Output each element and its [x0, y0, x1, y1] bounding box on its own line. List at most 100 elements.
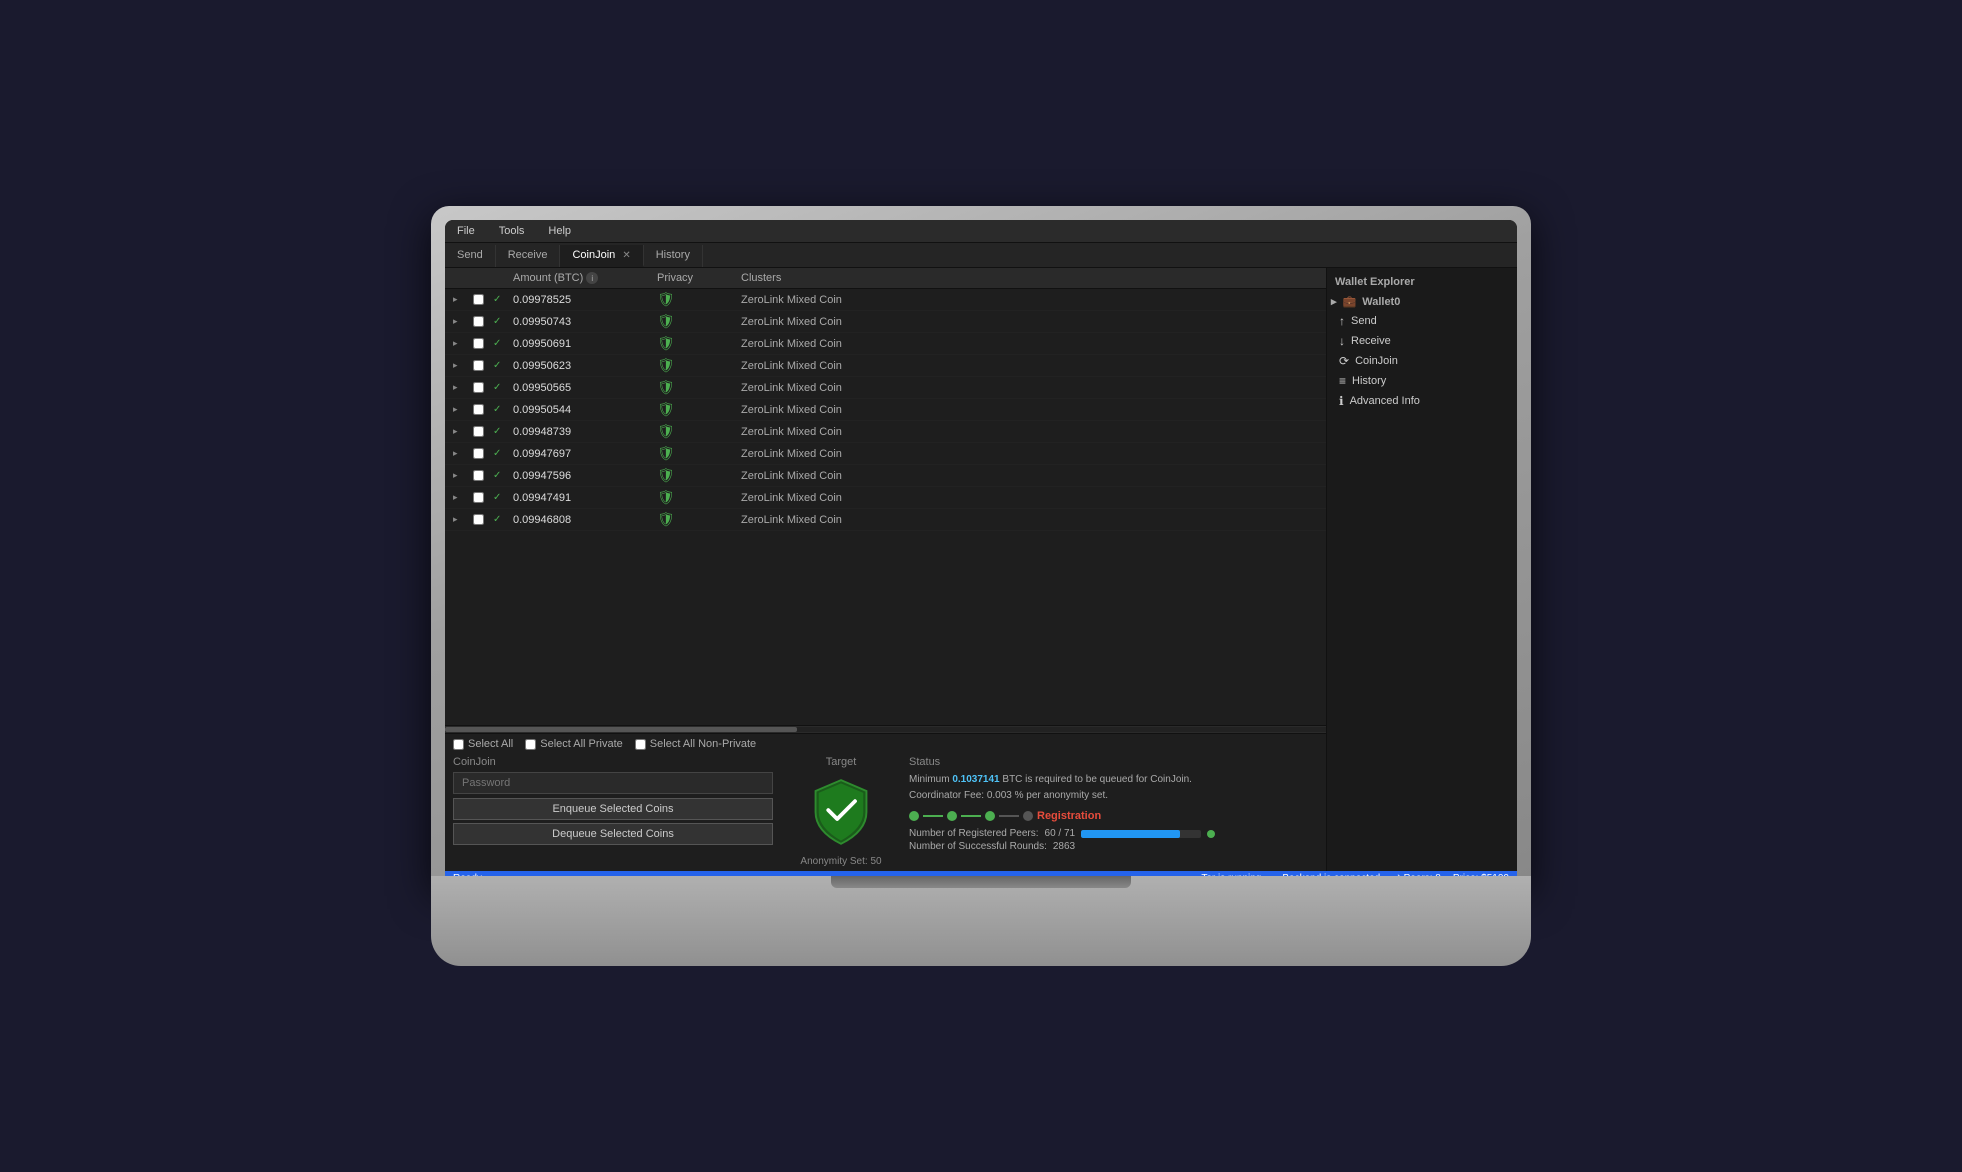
- row-amount-2: 0.09950691: [513, 338, 653, 350]
- table-row[interactable]: ▸ ✓ 0.09947697 🛡 ZeroLink Mixed Coin: [445, 443, 1326, 465]
- row-checkbox-4[interactable]: [473, 382, 484, 393]
- explorer-send[interactable]: ↑ Send: [1327, 311, 1517, 331]
- tab-send[interactable]: Send: [445, 245, 496, 267]
- row-checkbox-7[interactable]: [473, 448, 484, 459]
- row-cluster-2: ZeroLink Mixed Coin: [741, 338, 941, 350]
- row-amount-6: 0.09948739: [513, 426, 653, 438]
- coinjoin-controls: CoinJoin Enqueue Selected Coins Dequeue …: [453, 756, 773, 867]
- explorer-coinjoin[interactable]: ⟳ CoinJoin: [1327, 351, 1517, 371]
- row-checkbox-3[interactable]: [473, 360, 484, 371]
- clusters-col-header: Clusters: [741, 272, 941, 284]
- receive-icon: ↓: [1339, 334, 1345, 348]
- row-expand-3: ▸: [453, 360, 469, 371]
- row-expand-9: ▸: [453, 492, 469, 503]
- row-checkbox-5[interactable]: [473, 404, 484, 415]
- enqueue-button[interactable]: Enqueue Selected Coins: [453, 798, 773, 820]
- phase-text: Registration: [1037, 810, 1101, 822]
- table-row[interactable]: ▸ ✓ 0.09950623 🛡 ZeroLink Mixed Coin: [445, 355, 1326, 377]
- successful-rounds-row: Number of Successful Rounds: 2863: [909, 841, 1318, 852]
- row-checkbox-10[interactable]: [473, 514, 484, 525]
- row-checkbox-0[interactable]: [473, 294, 484, 305]
- row-checkbox-8[interactable]: [473, 470, 484, 481]
- row-cluster-0: ZeroLink Mixed Coin: [741, 294, 941, 306]
- row-amount-0: 0.09978525: [513, 294, 653, 306]
- row-amount-1: 0.09950743: [513, 316, 653, 328]
- tab-coinjoin[interactable]: CoinJoin ✕: [560, 245, 643, 267]
- amount-info-icon[interactable]: i: [586, 272, 598, 284]
- row-privacy-5: 🛡: [657, 401, 737, 418]
- info-icon: ℹ: [1339, 394, 1344, 408]
- min-btc: 0.1037141: [952, 774, 999, 785]
- progress-dot-3: [985, 811, 995, 821]
- select-options-row: Select All Select All Private Select All…: [453, 738, 1318, 750]
- wallet-icon: 💼: [1343, 295, 1357, 308]
- row-check-9: ✓: [493, 492, 509, 503]
- table-row[interactable]: ▸ ✓ 0.09948739 🛡 ZeroLink Mixed Coin: [445, 421, 1326, 443]
- select-private-checkbox[interactable]: Select All Private: [525, 738, 623, 750]
- row-expand-1: ▸: [453, 316, 469, 327]
- dequeue-button[interactable]: Dequeue Selected Coins: [453, 823, 773, 845]
- wallet-item[interactable]: ▸ 💼 Wallet0: [1327, 292, 1517, 311]
- bottom-controls: Select All Select All Private Select All…: [445, 733, 1326, 871]
- row-check-3: ✓: [493, 360, 509, 371]
- progress-dot-2: [947, 811, 957, 821]
- status-section: Status Minimum 0.1037141 BTC is required…: [909, 756, 1318, 867]
- row-expand-0: ▸: [453, 294, 469, 305]
- row-cluster-3: ZeroLink Mixed Coin: [741, 360, 941, 372]
- row-cluster-4: ZeroLink Mixed Coin: [741, 382, 941, 394]
- explorer-advanced-info[interactable]: ℹ Advanced Info: [1327, 391, 1517, 411]
- table-row[interactable]: ▸ ✓ 0.09946808 🛡 ZeroLink Mixed Coin: [445, 509, 1326, 531]
- row-checkbox-1[interactable]: [473, 316, 484, 327]
- send-icon: ↑: [1339, 314, 1345, 328]
- coin-table: ▸ ✓ 0.09978525 🛡 ZeroLink Mixed Coin ▸ ✓…: [445, 289, 1326, 725]
- row-expand-7: ▸: [453, 448, 469, 459]
- peers-progress-bar: [1081, 830, 1201, 838]
- select-non-private-checkbox[interactable]: Select All Non-Private: [635, 738, 756, 750]
- table-row[interactable]: ▸ ✓ 0.09947596 🛡 ZeroLink Mixed Coin: [445, 465, 1326, 487]
- row-cluster-7: ZeroLink Mixed Coin: [741, 448, 941, 460]
- select-all-checkbox[interactable]: Select All: [453, 738, 513, 750]
- table-row[interactable]: ▸ ✓ 0.09950743 🛡 ZeroLink Mixed Coin: [445, 311, 1326, 333]
- tab-receive[interactable]: Receive: [496, 245, 561, 267]
- row-expand-8: ▸: [453, 470, 469, 481]
- peers-indicator: [1207, 830, 1215, 838]
- tab-close-icon[interactable]: ✕: [622, 250, 630, 261]
- row-cluster-8: ZeroLink Mixed Coin: [741, 470, 941, 482]
- menu-help[interactable]: Help: [544, 223, 575, 239]
- row-cluster-1: ZeroLink Mixed Coin: [741, 316, 941, 328]
- row-amount-9: 0.09947491: [513, 492, 653, 504]
- menu-tools[interactable]: Tools: [495, 223, 529, 239]
- table-row[interactable]: ▸ ✓ 0.09950691 🛡 ZeroLink Mixed Coin: [445, 333, 1326, 355]
- horizontal-scrollbar[interactable]: [445, 725, 1326, 733]
- row-checkbox-2[interactable]: [473, 338, 484, 349]
- row-check-1: ✓: [493, 316, 509, 327]
- table-row[interactable]: ▸ ✓ 0.09947491 🛡 ZeroLink Mixed Coin: [445, 487, 1326, 509]
- explorer-history[interactable]: ≡ History: [1327, 371, 1517, 391]
- row-cluster-5: ZeroLink Mixed Coin: [741, 404, 941, 416]
- row-cluster-10: ZeroLink Mixed Coin: [741, 514, 941, 526]
- row-checkbox-9[interactable]: [473, 492, 484, 503]
- row-expand-10: ▸: [453, 514, 469, 525]
- shield-container: [801, 772, 881, 852]
- table-row[interactable]: ▸ ✓ 0.09950544 🛡 ZeroLink Mixed Coin: [445, 399, 1326, 421]
- tab-history[interactable]: History: [644, 245, 703, 267]
- table-header: Amount (BTC) i Privacy Clusters: [445, 268, 1326, 289]
- progress-dot-1: [909, 811, 919, 821]
- menu-file[interactable]: File: [453, 223, 479, 239]
- row-cluster-6: ZeroLink Mixed Coin: [741, 426, 941, 438]
- progress-line-1: [923, 815, 943, 817]
- row-privacy-10: 🛡: [657, 511, 737, 528]
- row-check-5: ✓: [493, 404, 509, 415]
- table-row[interactable]: ▸ ✓ 0.09950565 🛡 ZeroLink Mixed Coin: [445, 377, 1326, 399]
- row-checkbox-6[interactable]: [473, 426, 484, 437]
- row-check-0: ✓: [493, 294, 509, 305]
- target-label: Target: [826, 756, 857, 768]
- explorer-receive[interactable]: ↓ Receive: [1327, 331, 1517, 351]
- table-row[interactable]: ▸ ✓ 0.09978525 🛡 ZeroLink Mixed Coin: [445, 289, 1326, 311]
- coinjoin-icon: ⟳: [1339, 354, 1349, 368]
- laptop-hinge: [831, 876, 1131, 888]
- row-privacy-2: 🛡: [657, 335, 737, 352]
- history-icon: ≡: [1339, 374, 1346, 388]
- password-input[interactable]: [453, 772, 773, 794]
- tab-bar: Send Receive CoinJoin ✕ History: [445, 243, 1517, 268]
